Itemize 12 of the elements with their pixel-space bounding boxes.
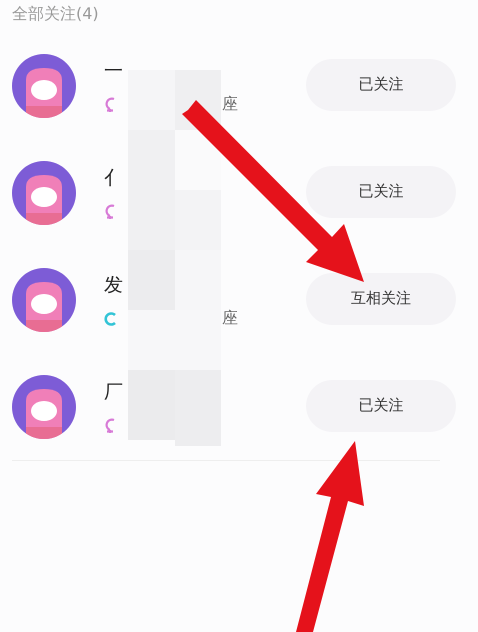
follow-status-button[interactable]: 互相关注	[306, 272, 456, 324]
user-name: 亻	[104, 166, 123, 188]
section-title: 全部关注(4)	[11, 3, 100, 25]
male-icon	[104, 310, 118, 326]
follow-status-button[interactable]: 已关注	[306, 166, 456, 218]
constellation-text: 座	[222, 308, 238, 329]
follow-status-button[interactable]: 已关注	[306, 380, 456, 432]
follow-status-button[interactable]: 已关注	[306, 58, 456, 110]
constellation-text: 座	[222, 94, 238, 115]
user-name: 厂	[104, 380, 123, 402]
user-name: 发	[104, 272, 123, 296]
user-name: 一	[104, 58, 123, 82]
